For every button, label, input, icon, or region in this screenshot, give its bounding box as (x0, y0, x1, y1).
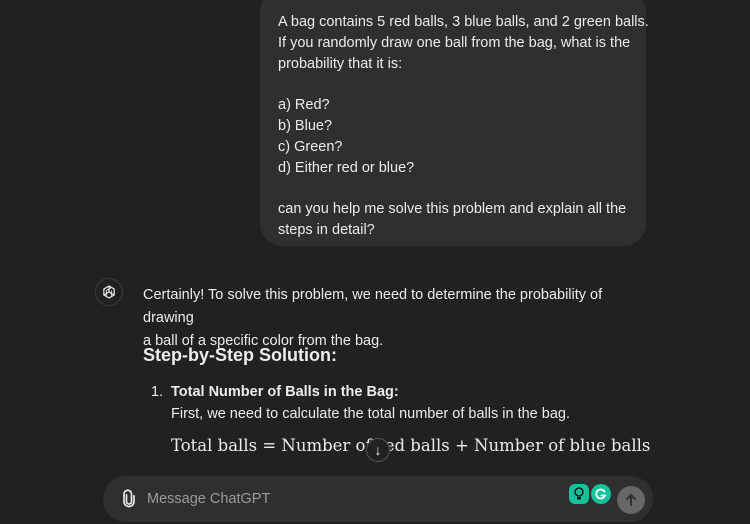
step-number: 1. (151, 384, 164, 400)
user-message-line: can you help me solve this problem and e… (278, 201, 627, 218)
arrow-up-icon (626, 494, 636, 506)
user-message-line: a) Red? (278, 97, 330, 114)
chat-page: A bag contains 5 red balls, 3 blue balls… (0, 0, 750, 524)
lightbulb-icon[interactable] (569, 484, 589, 504)
solution-heading: Step-by-Step Solution: (143, 345, 337, 365)
extension-icons (569, 484, 611, 504)
user-message-line (278, 74, 628, 95)
scroll-down-button[interactable]: ↓ (366, 438, 390, 462)
user-message-line: c) Green? (278, 138, 343, 155)
step-1-header: 1. Total Number of Balls in the Bag: (151, 381, 651, 404)
message-input[interactable] (147, 490, 527, 508)
user-message-line: A bag contains 5 red balls, 3 blue balls… (278, 14, 649, 30)
grammarly-icon[interactable] (591, 484, 611, 504)
step-1-description: First, we need to calculate the total nu… (171, 406, 570, 422)
assistant-intro-line: Certainly! To solve this problem, we nee… (143, 287, 603, 326)
user-message-line: steps in detail? (278, 221, 375, 238)
chatgpt-avatar-icon (95, 278, 123, 306)
assistant-intro: Certainly! To solve this problem, we nee… (143, 284, 643, 353)
send-button[interactable] (617, 486, 645, 514)
user-message-line: If you randomly draw one ball from the b… (278, 34, 631, 51)
user-message-line: probability that it is: (278, 55, 403, 72)
step-title: Total Number of Balls in the Bag: (171, 384, 399, 400)
user-message-line (278, 178, 628, 199)
total-balls-formula: Total balls = Number of red balls + Numb… (171, 436, 651, 455)
arrow-down-icon: ↓ (374, 442, 382, 458)
user-message-line: b) Blue? (278, 117, 333, 134)
paperclip-icon[interactable] (119, 489, 139, 509)
message-composer (103, 476, 653, 522)
user-message-bubble: A bag contains 5 red balls, 3 blue balls… (260, 0, 649, 246)
user-message-line: d) Either red or blue? (278, 159, 415, 176)
